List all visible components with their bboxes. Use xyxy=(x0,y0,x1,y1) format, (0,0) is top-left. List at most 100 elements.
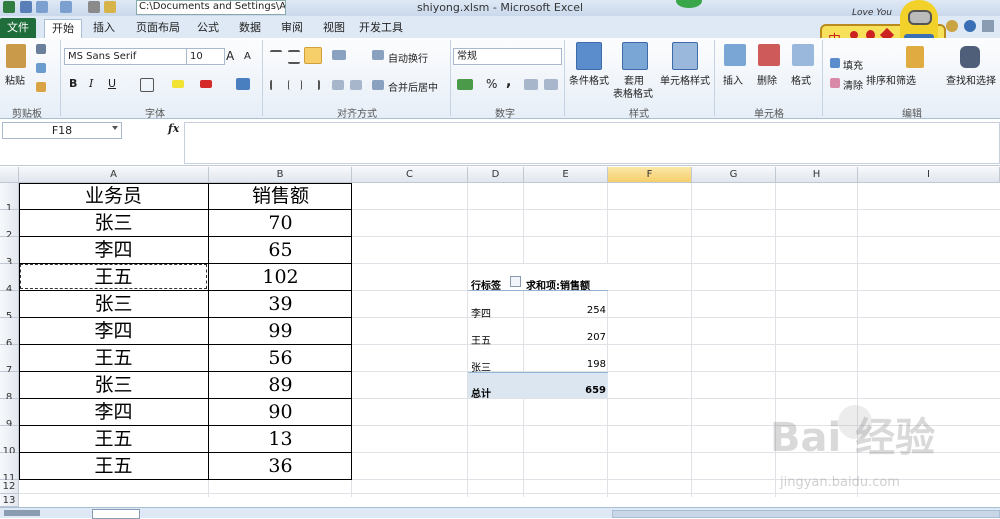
insert-cells-button[interactable]: 插入 xyxy=(723,72,743,87)
format-cells-icon[interactable] xyxy=(792,44,814,66)
sort-filter-icon[interactable] xyxy=(906,46,924,68)
select-all-corner[interactable] xyxy=(0,167,19,183)
table-cell[interactable]: 89 xyxy=(209,373,352,398)
underline-button[interactable]: U xyxy=(108,77,116,90)
table-cell[interactable]: 张三 xyxy=(19,373,208,398)
table-cell[interactable]: 65 xyxy=(209,238,352,263)
align-bottom-icon[interactable] xyxy=(304,47,322,64)
pivot-filter-dropdown-icon[interactable] xyxy=(510,276,521,287)
name-box-dropdown-icon[interactable] xyxy=(112,126,118,130)
table-cell[interactable]: 13 xyxy=(209,427,352,452)
table-cell[interactable]: 王五 xyxy=(19,454,208,479)
row-header-10[interactable]: 10 xyxy=(0,426,19,457)
help-icon[interactable] xyxy=(964,20,976,32)
shrink-font-icon[interactable]: A xyxy=(244,51,251,62)
table-cell[interactable]: 李四 xyxy=(19,319,208,344)
fill-color-icon[interactable] xyxy=(172,80,184,88)
wrap-text-icon[interactable] xyxy=(372,50,384,60)
wrap-text-button[interactable]: 自动换行 xyxy=(388,50,428,65)
font-name-combo[interactable]: MS Sans Serif xyxy=(64,48,187,65)
header-sales[interactable]: 销售额 xyxy=(209,184,352,209)
comma-button[interactable]: , xyxy=(506,74,511,90)
tab-page-layout[interactable]: 页面布局 xyxy=(130,19,186,37)
column-header-h[interactable]: H xyxy=(776,167,858,183)
paste-icon[interactable] xyxy=(6,44,26,68)
header-salesperson[interactable]: 业务员 xyxy=(19,184,208,209)
pivot-row-name[interactable]: 王五 xyxy=(471,332,491,347)
pivot-row-value[interactable]: 207 xyxy=(524,332,606,343)
column-header-d[interactable]: D xyxy=(468,167,524,183)
column-header-e[interactable]: E xyxy=(524,167,608,183)
column-header-i[interactable]: I xyxy=(858,167,1000,183)
format-painter-icon[interactable] xyxy=(36,82,46,92)
find-select-icon[interactable] xyxy=(960,46,980,68)
align-top-icon[interactable] xyxy=(270,50,282,62)
insert-cells-icon[interactable] xyxy=(724,44,746,66)
table-cell[interactable]: 王五 xyxy=(19,427,208,452)
paste-button[interactable]: 粘贴 xyxy=(5,72,25,87)
row-header-9[interactable]: 9 xyxy=(0,399,19,430)
align-left-icon[interactable] xyxy=(270,80,284,90)
column-header-a[interactable]: A xyxy=(19,167,209,183)
row-header-5[interactable]: 5 xyxy=(0,291,19,322)
name-box[interactable]: F18 xyxy=(2,122,122,139)
merge-center-button[interactable]: 合并后居中 xyxy=(388,79,438,94)
table-cell[interactable]: 56 xyxy=(209,346,352,371)
table-cell[interactable]: 王五 xyxy=(19,346,208,371)
align-center-icon[interactable] xyxy=(288,80,302,90)
tab-home[interactable]: 开始 xyxy=(44,19,82,39)
copy-icon[interactable] xyxy=(36,63,46,73)
tab-data[interactable]: 数据 xyxy=(232,19,268,37)
table-cell[interactable]: 王五 xyxy=(19,265,208,290)
tab-insert[interactable]: 插入 xyxy=(86,19,122,37)
clear-icon[interactable] xyxy=(830,78,840,88)
pivot-row-label[interactable]: 行标签 xyxy=(471,277,501,292)
pivot-total-label[interactable]: 总计 xyxy=(471,385,491,400)
row-header-8[interactable]: 8 xyxy=(0,372,19,403)
sort-filter-button[interactable]: 排序和筛选 xyxy=(866,72,916,87)
row-header-3[interactable]: 3 xyxy=(0,237,19,268)
pivot-row-value[interactable]: 254 xyxy=(524,305,606,316)
table-cell[interactable]: 36 xyxy=(209,454,352,479)
conditional-format-icon[interactable] xyxy=(576,42,602,70)
table-cell[interactable]: 39 xyxy=(209,292,352,317)
delete-cells-button[interactable]: 删除 xyxy=(757,72,777,87)
bold-button[interactable]: B xyxy=(69,77,77,90)
conditional-format-button[interactable]: 条件格式 xyxy=(569,72,609,87)
tab-developer[interactable]: 开发工具 xyxy=(358,19,404,37)
column-header-c[interactable]: C xyxy=(352,167,468,183)
table-format-icon[interactable] xyxy=(622,42,648,70)
active-sheet-tab[interactable] xyxy=(92,509,140,519)
sheet-tab-bar[interactable] xyxy=(0,507,1000,519)
pivot-total-value[interactable]: 659 xyxy=(524,385,606,396)
column-header-f[interactable]: F xyxy=(608,167,692,183)
tab-view[interactable]: 视图 xyxy=(316,19,352,37)
row-header-4[interactable]: 4 xyxy=(0,264,19,295)
row-header-1[interactable]: 1 xyxy=(0,183,19,214)
tab-file[interactable]: 文件 xyxy=(0,18,36,38)
merge-center-icon[interactable] xyxy=(372,80,384,90)
table-format-button-line2[interactable]: 表格格式 xyxy=(613,85,653,100)
table-cell[interactable]: 李四 xyxy=(19,400,208,425)
column-header-g[interactable]: G xyxy=(692,167,776,183)
find-select-button[interactable]: 查找和选择 xyxy=(946,72,996,87)
phonetic-icon[interactable] xyxy=(236,78,250,90)
row-header-13[interactable]: 13 xyxy=(0,494,19,507)
font-size-combo[interactable]: 10 xyxy=(186,48,225,65)
row-header-7[interactable]: 7 xyxy=(0,345,19,376)
table-cell[interactable]: 70 xyxy=(209,211,352,236)
table-cell[interactable]: 李四 xyxy=(19,238,208,263)
delete-cells-icon[interactable] xyxy=(758,44,780,66)
fill-button[interactable]: 填充 xyxy=(843,57,863,72)
row-header-12[interactable]: 12 xyxy=(0,480,19,494)
format-cells-button[interactable]: 格式 xyxy=(791,72,811,87)
table-cell[interactable]: 99 xyxy=(209,319,352,344)
font-color-icon[interactable] xyxy=(200,80,212,88)
number-format-combo[interactable]: 常规 xyxy=(453,48,562,65)
cut-icon[interactable] xyxy=(36,44,46,54)
increase-indent-icon[interactable] xyxy=(350,80,362,90)
decrease-indent-icon[interactable] xyxy=(332,80,344,90)
align-right-icon[interactable] xyxy=(306,80,320,90)
column-header-b[interactable]: B xyxy=(209,167,352,183)
percent-button[interactable]: % xyxy=(486,77,497,91)
